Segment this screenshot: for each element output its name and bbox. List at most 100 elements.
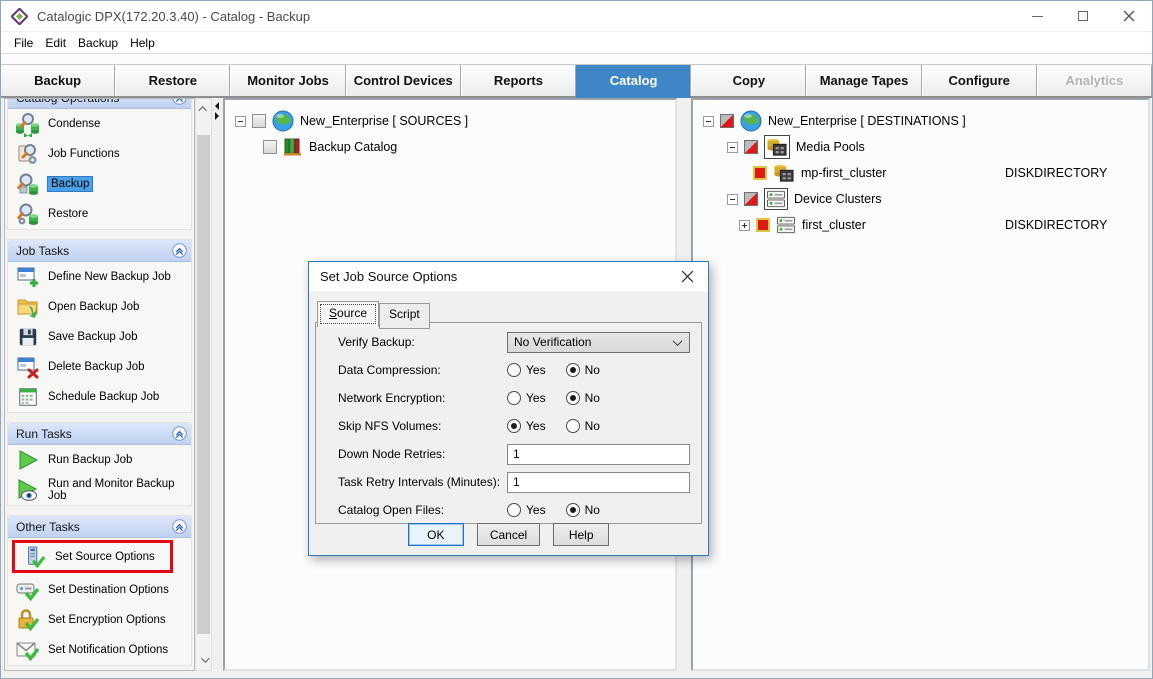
close-button[interactable] (1106, 1, 1152, 31)
sidebar-item-set-destination-options[interactable]: Set Destination Options (8, 575, 191, 605)
data-compression-yes-radio[interactable]: Yes (507, 363, 546, 377)
tree-node-label: Media Pools (796, 140, 865, 154)
tree-node-first-cluster[interactable]: first_cluster DISKDIRECTORY (695, 212, 1146, 238)
tree-checkbox-unchecked[interactable] (252, 114, 266, 128)
sidebar-item-job-functions[interactable]: Job Functions (8, 139, 191, 169)
sidebar-item-define-new-backup-job[interactable]: Define New Backup Job (8, 262, 191, 292)
section-title: Job Tasks (16, 244, 69, 258)
tree-checkbox-checked[interactable] (753, 166, 767, 180)
collapse-expander-icon[interactable] (727, 194, 738, 205)
run-monitor-play-eye-icon (15, 478, 41, 502)
set-encryption-lock-icon (15, 608, 41, 632)
tab-configure[interactable]: Configure (922, 65, 1037, 96)
expand-expander-icon[interactable] (739, 220, 750, 231)
skip-nfs-yes-radio[interactable]: Yes (507, 419, 546, 433)
collapse-section-button[interactable] (172, 519, 187, 534)
radio-selected-icon (566, 391, 580, 405)
sidebar-item-run-and-monitor-backup-job[interactable]: Run and Monitor Backup Job (8, 475, 191, 505)
scrollbar-thumb[interactable] (197, 135, 210, 634)
sidebar-item-run-backup-job[interactable]: Run Backup Job (8, 445, 191, 475)
sidebar-item-set-encryption-options[interactable]: Set Encryption Options (8, 605, 191, 635)
item-label: Run Backup Job (48, 454, 132, 466)
maximize-button[interactable] (1060, 1, 1106, 31)
sidebar-item-delete-backup-job[interactable]: Delete Backup Job (8, 352, 191, 382)
dialog-close-button[interactable] (666, 262, 708, 291)
tab-copy[interactable]: Copy (691, 65, 806, 96)
radio-label: Yes (526, 391, 546, 405)
tree-checkbox-checked[interactable] (756, 218, 770, 232)
tree-checkbox-partial[interactable] (744, 140, 758, 154)
catalog-open-files-no-radio[interactable]: No (566, 503, 600, 517)
menu-backup[interactable]: Backup (72, 34, 124, 52)
tree-node-destinations-root[interactable]: New_Enterprise [ DESTINATIONS ] (695, 108, 1146, 134)
section-catalog-operations: Catalog Operations Condense Job Functio (7, 98, 192, 230)
network-encryption-row: Network Encryption: Yes No (316, 384, 701, 412)
catalog-open-files-yes-radio[interactable]: Yes (507, 503, 546, 517)
collapse-expander-icon[interactable] (235, 116, 246, 127)
ok-button[interactable]: OK (408, 523, 464, 546)
menu-file[interactable]: File (8, 34, 39, 52)
network-encryption-yes-radio[interactable]: Yes (507, 391, 546, 405)
collapse-section-button[interactable] (172, 98, 187, 105)
chevron-up-circle-icon (172, 426, 187, 441)
radio-label: No (585, 419, 600, 433)
data-compression-no-radio[interactable]: No (566, 363, 600, 377)
field-label: Down Node Retries: (338, 447, 507, 461)
sidebar-item-set-source-options[interactable]: Set Source Options (15, 543, 170, 570)
close-icon (1123, 10, 1135, 22)
menu-edit[interactable]: Edit (39, 34, 72, 52)
splitter-collapse-handle[interactable] (213, 102, 223, 120)
sidebar-item-save-backup-job[interactable]: Save Backup Job (8, 322, 191, 352)
collapse-expander-icon[interactable] (727, 142, 738, 153)
sidebar-item-condense[interactable]: Condense (8, 109, 191, 139)
tab-backup[interactable]: Backup (1, 65, 115, 96)
section-title: Catalog Operations (16, 98, 119, 105)
tab-monitor-jobs[interactable]: Monitor Jobs (230, 65, 345, 96)
cancel-button[interactable]: Cancel (477, 523, 540, 546)
radio-label: Yes (526, 503, 546, 517)
scroll-down-button[interactable] (196, 652, 211, 668)
tab-analytics[interactable]: Analytics (1037, 65, 1152, 96)
network-encryption-no-radio[interactable]: No (566, 391, 600, 405)
collapse-section-button[interactable] (172, 426, 187, 441)
tab-reports[interactable]: Reports (461, 65, 576, 96)
tree-checkbox-unchecked[interactable] (263, 140, 277, 154)
skip-nfs-no-radio[interactable]: No (566, 419, 600, 433)
dialog-tab-source[interactable]: Source (317, 301, 379, 327)
task-retry-intervals-input[interactable] (507, 472, 690, 493)
tree-node-device-clusters[interactable]: Device Clusters (695, 186, 1146, 212)
down-node-retries-input[interactable] (507, 444, 690, 465)
minimize-button[interactable] (1014, 1, 1060, 31)
tab-catalog[interactable]: Catalog (576, 65, 691, 96)
tree-node-label: Device Clusters (794, 192, 882, 206)
sidebar-scrollbar[interactable] (195, 98, 212, 671)
sidebar-item-open-backup-job[interactable]: Open Backup Job (8, 292, 191, 322)
radio-unselected-icon (566, 419, 580, 433)
tree-node-mp-first-cluster[interactable]: mp-first_cluster DISKDIRECTORY (695, 160, 1146, 186)
tree-node-label: first_cluster (802, 218, 866, 232)
menu-help[interactable]: Help (124, 34, 161, 52)
tree-node-backup-catalog[interactable]: Backup Catalog (227, 134, 673, 160)
dialog-tab-script[interactable]: Script (379, 303, 430, 329)
sidebar-item-backup[interactable]: Backup (8, 169, 191, 199)
tab-manage-tapes[interactable]: Manage Tapes (806, 65, 921, 96)
radio-selected-icon (507, 419, 521, 433)
tree-node-media-pools[interactable]: Media Pools (695, 134, 1146, 160)
tab-restore[interactable]: Restore (115, 65, 230, 96)
sidebar-splitter[interactable] (212, 98, 223, 671)
scroll-up-button[interactable] (196, 101, 211, 117)
tree-checkbox-partial[interactable] (744, 192, 758, 206)
sidebar-item-restore[interactable]: Restore (8, 199, 191, 229)
collapse-expander-icon[interactable] (703, 116, 714, 127)
item-label: Job Functions (48, 148, 120, 160)
sidebar-item-schedule-backup-job[interactable]: Schedule Backup Job (8, 382, 191, 412)
tree-checkbox-partial[interactable] (720, 114, 734, 128)
sidebar-item-set-notification-options[interactable]: Set Notification Options (8, 635, 191, 665)
verify-backup-select[interactable]: No Verification (507, 332, 690, 353)
tab-control-devices[interactable]: Control Devices (346, 65, 461, 96)
item-label: Save Backup Job (48, 331, 138, 343)
help-button[interactable]: Help (553, 523, 609, 546)
collapse-section-button[interactable] (172, 243, 187, 258)
field-label: Network Encryption: (338, 391, 507, 405)
tree-node-sources-root[interactable]: New_Enterprise [ SOURCES ] (227, 108, 673, 134)
